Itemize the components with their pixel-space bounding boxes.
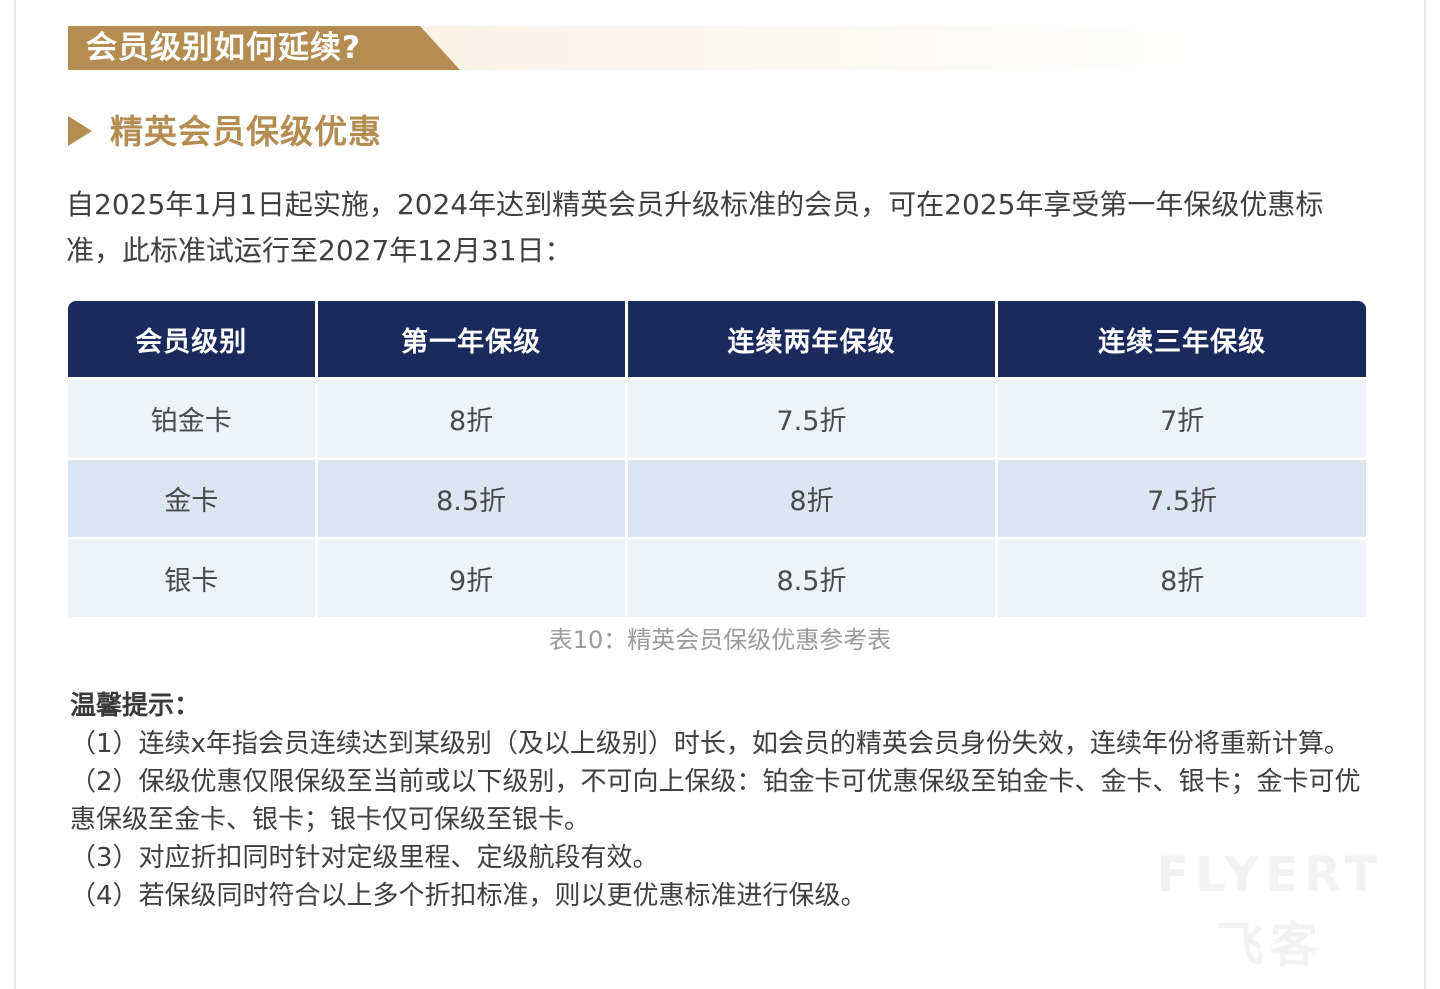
table-cell: 8折 — [998, 540, 1366, 617]
table-header-cell: 会员级别 — [68, 301, 315, 377]
section-title: 精英会员保级优惠 — [110, 112, 382, 151]
table-header-row: 会员级别 第一年保级 连续两年保级 连续三年保级 — [68, 301, 1366, 377]
triangle-bullet-icon — [68, 116, 92, 146]
table-caption: 表10：精英会员保级优惠参考表 — [548, 626, 892, 654]
table-cell: 8.5折 — [317, 460, 625, 537]
table-cell: 8折 — [317, 380, 625, 457]
table-row: 铂金卡 8折 7.5折 7折 — [68, 380, 1366, 457]
table-cell: 8.5折 — [627, 540, 996, 617]
table-header-cell: 连续三年保级 — [998, 301, 1366, 377]
watermark-text: 飞客 — [1215, 917, 1324, 973]
banner-title: 会员级别如何延续? — [86, 30, 361, 66]
intro-paragraph: 自2025年1月1日起实施，2024年达到精英会员升级标准的会员，可在2025年… — [66, 188, 1324, 267]
table-cell: 银卡 — [68, 540, 315, 617]
page-border-right — [1424, 0, 1426, 989]
table-cell: 9折 — [317, 540, 625, 617]
tip-item: （1）连续x年指会员连续达到某级别（及以上级别）时长，如会员的精英会员身份失效，… — [70, 729, 1350, 759]
watermark-logo: FLYERT 飞客 — [1150, 840, 1390, 980]
watermark-text: FLYERT — [1156, 847, 1384, 903]
discount-table: 会员级别 第一年保级 连续两年保级 连续三年保级 铂金卡 8折 7.5折 7折 … — [65, 298, 1369, 620]
table-cell: 金卡 — [68, 460, 315, 537]
table-cell: 7.5折 — [998, 460, 1366, 537]
table-row: 金卡 8.5折 8折 7.5折 — [68, 460, 1366, 537]
table-cell: 7.5折 — [627, 380, 996, 457]
page-border-left — [14, 0, 16, 989]
table-header-cell: 连续两年保级 — [627, 301, 996, 377]
tips-title: 温馨提示： — [70, 691, 201, 721]
table-row: 银卡 9折 8.5折 8折 — [68, 540, 1366, 617]
tip-item: （2）保级优惠仅限保级至当前或以下级别，不可向上保级：铂金卡可优惠保级至铂金卡、… — [70, 767, 1361, 835]
table-cell: 铂金卡 — [68, 380, 315, 457]
table-cell: 8折 — [627, 460, 996, 537]
table-header-cell: 第一年保级 — [317, 301, 625, 377]
table-cell: 7折 — [998, 380, 1366, 457]
